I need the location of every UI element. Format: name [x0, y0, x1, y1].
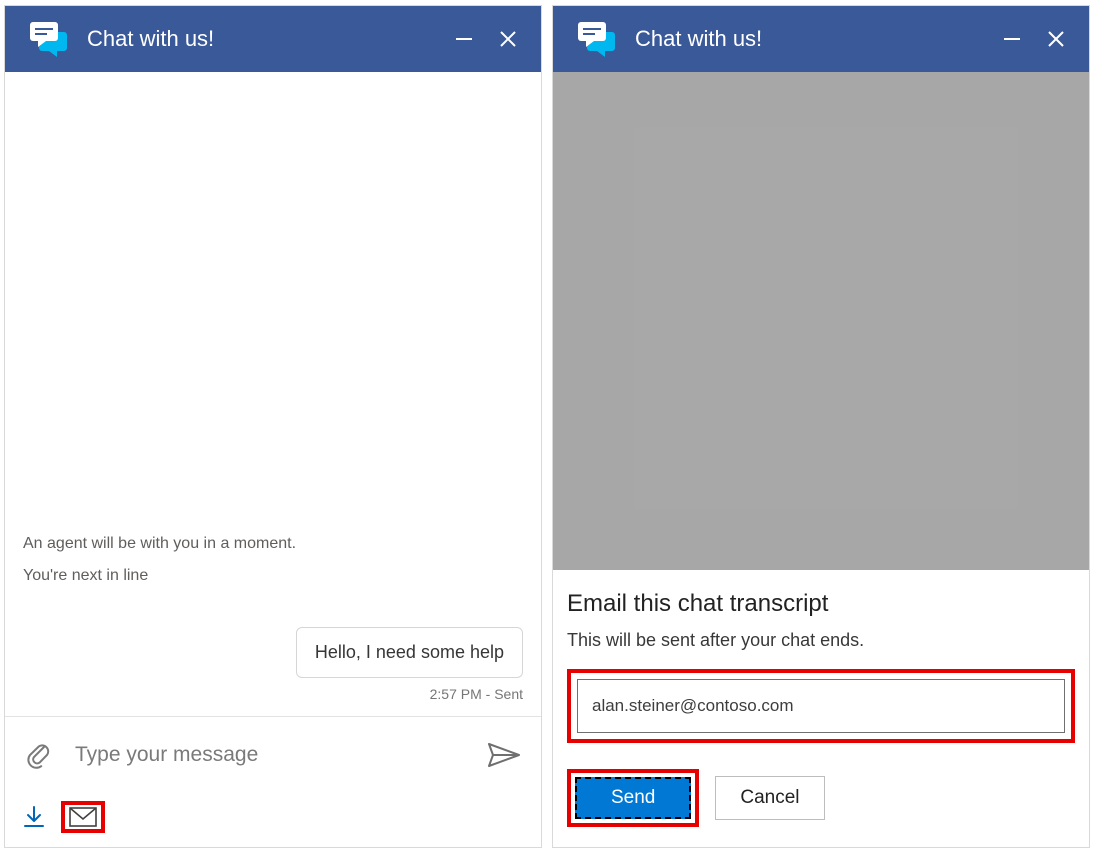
chat-title: Chat with us!	[87, 26, 435, 52]
email-transcript-highlight	[61, 801, 105, 833]
chat-bubbles-icon	[575, 19, 621, 59]
chat-bubbles-icon	[27, 19, 73, 59]
email-input[interactable]	[577, 679, 1065, 733]
system-message: An agent will be with you in a moment.	[23, 535, 523, 553]
email-transcript-icon[interactable]	[69, 807, 97, 827]
modal-overlay	[553, 72, 1089, 572]
cancel-button[interactable]: Cancel	[715, 776, 824, 820]
chat-header: Chat with us!	[5, 6, 541, 72]
minimize-button[interactable]	[997, 24, 1027, 54]
chat-title: Chat with us!	[635, 26, 983, 52]
close-button[interactable]	[493, 24, 523, 54]
panel-subtitle: This will be sent after your chat ends.	[567, 630, 1075, 651]
close-button[interactable]	[1041, 24, 1071, 54]
panel-title: Email this chat transcript	[567, 590, 1075, 618]
minimize-button[interactable]	[449, 24, 479, 54]
chat-widget-right: Chat with us! An agent will be with you …	[552, 5, 1090, 848]
email-input-highlight	[567, 669, 1075, 743]
send-icon[interactable]	[487, 742, 521, 768]
user-message-bubble: Hello, I need some help	[296, 627, 523, 678]
message-input[interactable]	[73, 742, 465, 768]
download-transcript-icon[interactable]	[23, 805, 45, 829]
system-message: You're next in line	[23, 567, 523, 585]
send-button[interactable]: Send	[575, 777, 691, 819]
attachment-icon[interactable]	[25, 741, 51, 769]
chat-footer	[5, 791, 541, 847]
email-transcript-panel: Email this chat transcript This will be …	[553, 570, 1089, 847]
panel-buttons: Send Cancel	[567, 769, 1075, 827]
message-timestamp: 2:57 PM - Sent	[23, 686, 523, 702]
input-area	[5, 716, 541, 791]
send-button-highlight: Send	[567, 769, 699, 827]
chat-header: Chat with us!	[553, 6, 1089, 72]
messages-area: An agent will be with you in a moment. Y…	[5, 72, 541, 716]
chat-widget-left: Chat with us! An agent will be with you …	[4, 5, 542, 848]
